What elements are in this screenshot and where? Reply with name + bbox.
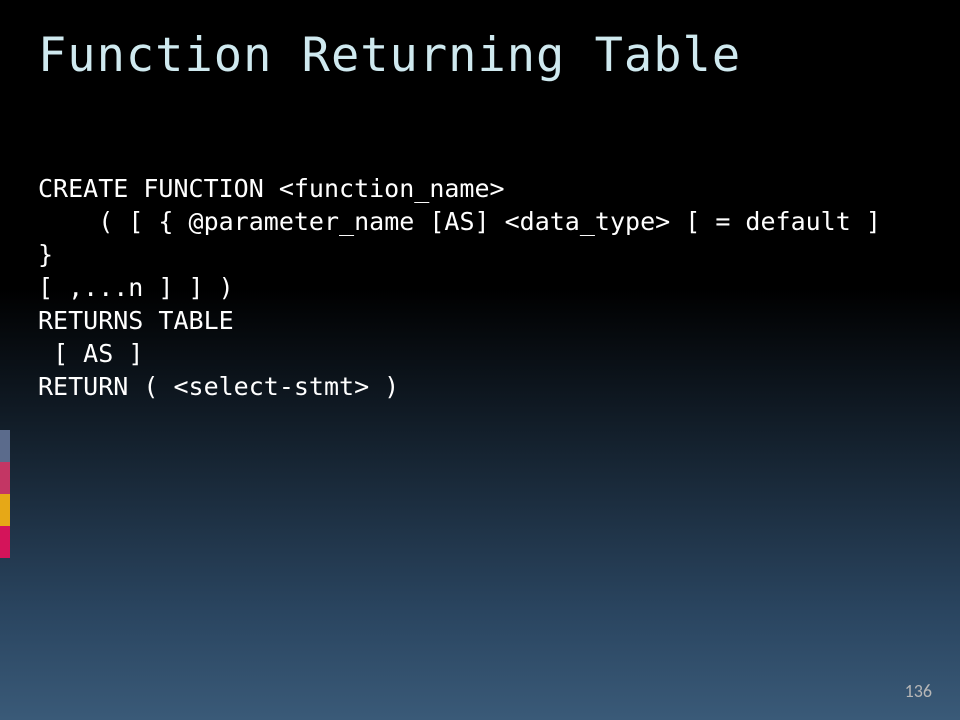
code-block: CREATE FUNCTION <function_name> ( [ { @p…: [0, 83, 960, 403]
code-line: CREATE FUNCTION <function_name>: [38, 174, 505, 203]
accent-block: [0, 494, 10, 526]
code-line: [ AS ]: [38, 339, 143, 368]
accent-block: [0, 430, 10, 462]
code-line: [ ,...n ] ] ): [38, 273, 234, 302]
page-number: 136: [905, 680, 932, 702]
accent-strip: [0, 430, 10, 558]
slide-title: Function Returning Table: [0, 0, 960, 83]
code-line: RETURN ( <select-stmt> ): [38, 372, 399, 401]
accent-block: [0, 526, 10, 558]
code-line: RETURNS TABLE: [38, 306, 234, 335]
slide: Function Returning Table CREATE FUNCTION…: [0, 0, 960, 720]
accent-block: [0, 462, 10, 494]
code-line: ( [ { @parameter_name [AS] <data_type> […: [38, 207, 896, 269]
